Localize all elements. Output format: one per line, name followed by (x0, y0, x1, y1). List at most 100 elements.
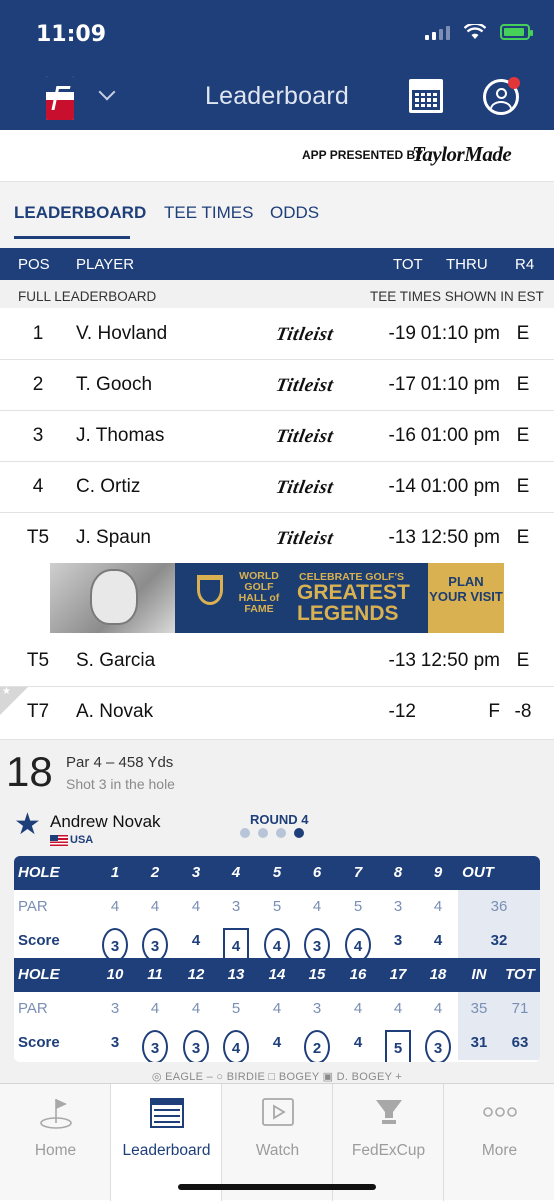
score-cell: 4 (340, 1026, 376, 1060)
score-value: 4 (433, 932, 443, 949)
table-row[interactable]: T7 A. Novak -12 F -8 (0, 687, 554, 740)
notification-dot (508, 77, 520, 89)
tab-leaderboard[interactable]: LEADERBOARD (14, 203, 146, 223)
row-pos: 1 (32, 323, 44, 344)
table-row[interactable]: 3 J. Thomas Titleist -16 01:00 pm E (0, 411, 554, 462)
par-out: 36 (458, 890, 540, 924)
par-cell: 4 (110, 898, 120, 915)
round-dot (258, 828, 268, 838)
tab-odds[interactable]: ODDS (270, 203, 319, 223)
score-in: 31 (458, 1026, 500, 1060)
score-cell: 3 (299, 924, 335, 962)
hole-number-cell: 5 (272, 864, 282, 881)
row-thru: 01:00 pm (420, 425, 500, 446)
ad-hall-text: WORLD GOLF HALL of FAME (238, 570, 280, 615)
score-cell: 3 (420, 1026, 456, 1062)
calendar-icon[interactable] (409, 79, 443, 113)
par-cell: 4 (272, 1000, 282, 1017)
bottom-nav: Home Leaderboard Watch FedExCup More (0, 1083, 554, 1201)
score-value: 4 (353, 1034, 363, 1051)
app-header: 11:09 Leaderboard (0, 0, 554, 130)
score-cell: 4 (218, 1026, 254, 1062)
par-label: PAR (18, 1000, 48, 1017)
nav-more[interactable]: More (444, 1084, 554, 1201)
par-cell: 4 (393, 1000, 403, 1017)
birdie-mark: 3 (304, 928, 330, 962)
home-indicator[interactable] (178, 1184, 376, 1190)
row-player: A. Novak (76, 701, 154, 722)
back-par-row: PAR 3 4 4 5 4 3 4 4 4 35 71 (14, 992, 540, 1026)
sponsor-banner: APP PRESENTED BY TaylorMade (0, 130, 554, 182)
table-row[interactable]: 1 V. Hovland Titleist -19 01:10 pm E (0, 309, 554, 360)
full-leaderboard-label: FULL LEADERBOARD (18, 289, 157, 304)
front-par-row: PAR 4 4 4 3 5 4 5 3 4 36 (14, 890, 540, 924)
hole-number-cell: 13 (227, 966, 245, 983)
score-cell: 3 (137, 924, 173, 962)
birdie-mark: 3 (142, 1030, 168, 1062)
play-video-icon (262, 1098, 294, 1126)
par-cell: 5 (272, 898, 282, 915)
par-cell: 4 (312, 898, 322, 915)
hole-label: HOLE (18, 864, 60, 881)
par-cell: 4 (433, 1000, 443, 1017)
score-cell: 3 (380, 924, 416, 958)
hall-of-fame-ad[interactable]: WORLD GOLF HALL of FAME CELEBRATE GOLF'S… (50, 563, 504, 633)
par-in: 35 (458, 992, 500, 1026)
tab-tee-times[interactable]: TEE TIMES (164, 203, 253, 223)
hole-shot: Shot 3 in the hole (66, 776, 175, 792)
trophy-icon (197, 575, 223, 605)
hole-number-cell: 6 (312, 864, 322, 881)
row-r4: E (516, 650, 530, 671)
usa-flag-icon (50, 835, 68, 846)
tee-times-note: TEE TIMES SHOWN IN EST (370, 289, 544, 304)
table-row[interactable]: 4 C. Ortiz Titleist -14 01:00 pm E (0, 462, 554, 513)
player-name: Andrew Novak (50, 812, 161, 831)
round-label: ROUND 4 (250, 812, 309, 827)
score-cell: 5 (380, 1026, 416, 1062)
row-player: S. Garcia (76, 650, 156, 671)
row-r4: E (516, 425, 530, 446)
hole-number: 18 (6, 748, 53, 795)
row-player: V. Hovland (76, 323, 168, 344)
leaderboard-column-header: POS PLAYER TOT THRU R4 (0, 248, 554, 280)
out-label: OUT (462, 864, 494, 881)
bogey-mark: 5 (385, 1030, 411, 1062)
back-hole-row: HOLE 10 11 12 13 14 15 16 17 18 IN TOT (14, 958, 540, 992)
par-cell: 3 (231, 898, 241, 915)
par-cell: 5 (231, 1000, 241, 1017)
hole-number-cell: 12 (187, 966, 205, 983)
cellular-signal-icon (425, 24, 450, 40)
row-tot: -17 (388, 374, 416, 395)
row-pos: T5 (26, 650, 50, 671)
ad-cta[interactable]: PLAN YOUR VISIT (428, 563, 504, 633)
hole-number-cell: 8 (393, 864, 403, 881)
battery-icon (500, 24, 533, 40)
col-r4: R4 (515, 256, 535, 273)
score-cell: 4 (259, 1026, 295, 1060)
nav-home[interactable]: Home (0, 1084, 111, 1201)
titleist-logo: Titleist (274, 426, 336, 447)
front-score-row: Score 3 3 4 4 4 3 4 3 4 32 (14, 924, 540, 962)
row-thru: 01:10 pm (420, 323, 500, 344)
row-tot: -16 (388, 425, 416, 446)
ad-photo (50, 563, 175, 633)
row-player: J. Spaun (76, 527, 151, 548)
wifi-icon (464, 24, 486, 39)
score-label: Score (18, 1034, 60, 1051)
sponsor-text: APP PRESENTED BY (302, 148, 424, 162)
par-tot: 71 (500, 992, 540, 1026)
table-row[interactable]: T5 S. Garcia -13 12:50 pm E (0, 636, 554, 687)
table-row[interactable]: 2 T. Gooch Titleist -17 01:10 pm E (0, 360, 554, 411)
titleist-logo: Titleist (274, 324, 336, 345)
par-cell: 4 (150, 898, 160, 915)
birdie-mark: 4 (264, 928, 290, 962)
par-cell: 3 (110, 1000, 120, 1017)
round-pager[interactable] (240, 828, 304, 838)
hole-number-cell: 15 (308, 966, 326, 983)
active-tab-indicator (14, 236, 130, 239)
favorite-star-icon[interactable]: ★ (14, 810, 41, 840)
hole-number-cell: 11 (147, 966, 163, 983)
titleist-logo: Titleist (274, 477, 336, 498)
status-time: 11:09 (36, 22, 107, 47)
hole-number-cell: 14 (268, 966, 286, 983)
